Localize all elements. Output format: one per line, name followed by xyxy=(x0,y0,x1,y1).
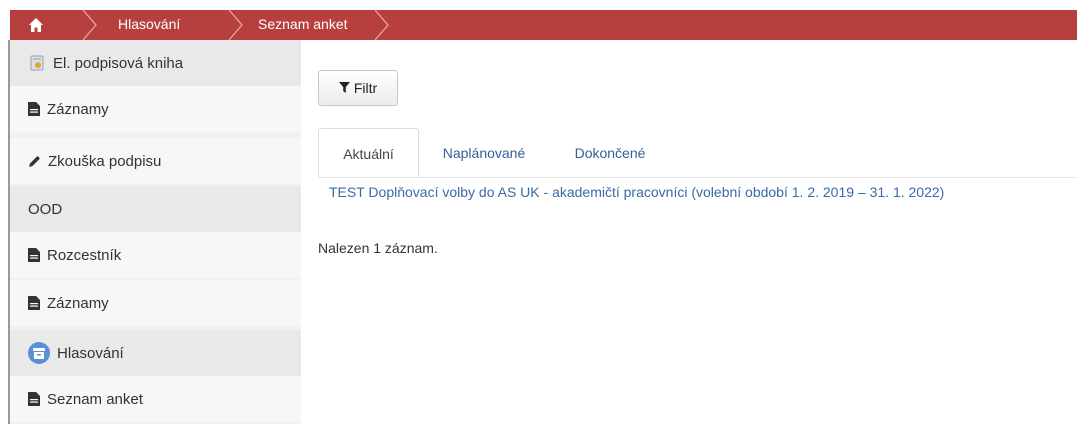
filter-icon xyxy=(338,80,350,96)
signature-book-icon xyxy=(28,54,46,72)
breadcrumb-item-hlasovani[interactable]: Hlasování xyxy=(118,10,180,40)
tab-naplanovane[interactable]: Naplánované xyxy=(419,128,549,177)
sidebar-item-label: Zkouška podpisu xyxy=(48,152,162,170)
sidebar-item-zaznamy[interactable]: Záznamy xyxy=(10,86,301,132)
sidebar-item-seznam-anket[interactable]: Seznam anket xyxy=(10,376,301,422)
tab-aktualni[interactable]: Aktuální xyxy=(318,128,419,177)
document-icon xyxy=(28,392,40,406)
breadcrumb-separator-icon xyxy=(374,10,389,40)
filter-button[interactable]: Filtr xyxy=(318,70,398,106)
pencil-icon xyxy=(28,155,41,168)
sidebar-item-rozcestnik[interactable]: Rozcestník xyxy=(10,232,301,278)
document-icon xyxy=(28,296,40,310)
sidebar-item-el-podpisova-kniha[interactable]: El. podpisová kniha xyxy=(10,40,301,86)
sidebar-item-label: Rozcestník xyxy=(47,246,122,264)
result-count: Nalezen 1 záznam. xyxy=(318,240,438,256)
sidebar: El. podpisová kniha Záznamy Zkouška podp… xyxy=(10,40,301,424)
survey-link[interactable]: TEST Doplňovací volby do AS UK - akademi… xyxy=(329,184,944,200)
home-icon[interactable] xyxy=(28,10,52,40)
filter-label: Filtr xyxy=(353,80,378,96)
ballot-box-icon xyxy=(28,342,50,364)
sidebar-item-zkouska-podpisu[interactable]: Zkouška podpisu xyxy=(10,138,301,184)
sidebar-item-label: Seznam anket xyxy=(47,390,143,408)
breadcrumb-separator-icon xyxy=(228,10,243,40)
tab-dokoncene[interactable]: Dokončené xyxy=(549,128,671,177)
sidebar-item-hlasovani[interactable]: Hlasování xyxy=(10,330,301,376)
breadcrumb-item-seznam-anket[interactable]: Seznam anket xyxy=(258,10,348,40)
sidebar-item-label: OOD xyxy=(28,200,63,218)
tab-bar: Aktuální Naplánované Dokončené xyxy=(318,128,1077,178)
sidebar-item-label: El. podpisová kniha xyxy=(53,54,184,72)
sidebar-item-ood[interactable]: OOD xyxy=(10,186,301,232)
sidebar-item-label: Záznamy xyxy=(47,100,109,118)
sidebar-item-label: Hlasování xyxy=(57,344,124,362)
breadcrumb-separator-icon xyxy=(82,10,97,40)
sidebar-item-zaznamy-ood[interactable]: Záznamy xyxy=(10,280,301,326)
document-icon xyxy=(28,102,40,116)
breadcrumb: Hlasování Seznam anket xyxy=(10,10,1077,40)
sidebar-item-label: Záznamy xyxy=(47,294,109,312)
document-icon xyxy=(28,248,40,262)
